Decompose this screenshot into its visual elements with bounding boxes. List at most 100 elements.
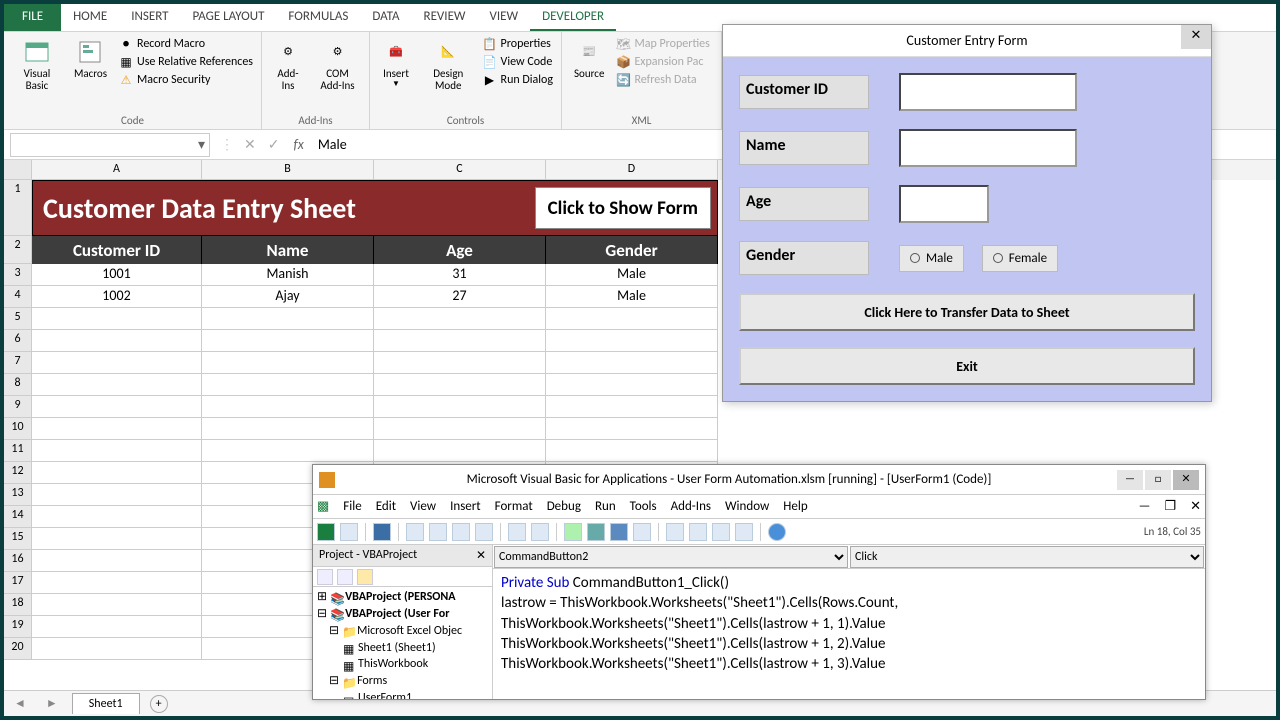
run-icon[interactable]	[564, 523, 582, 541]
cell[interactable]: 1002	[32, 286, 202, 308]
view-code-icon[interactable]	[317, 569, 333, 585]
macros-button[interactable]: Macros	[68, 36, 113, 94]
vba-titlebar[interactable]: Microsoft Visual Basic for Applications …	[313, 465, 1205, 495]
cell[interactable]	[202, 418, 374, 440]
tree-item[interactable]: UserForm1	[358, 690, 412, 699]
menu-addins[interactable]: Add-Ins	[671, 499, 711, 514]
row-header[interactable]: 4	[4, 286, 32, 308]
toolbar-icon[interactable]	[317, 523, 335, 541]
menu-insert[interactable]: Insert	[450, 499, 481, 514]
cell[interactable]	[374, 308, 546, 330]
addins-button[interactable]: ⚙Add-Ins	[268, 36, 308, 94]
name-box[interactable]: ▾	[10, 133, 210, 157]
cancel-icon[interactable]: ✕	[244, 136, 256, 153]
file-tab[interactable]: FILE	[4, 4, 61, 31]
row-header[interactable]: 13	[4, 484, 32, 506]
tab-view[interactable]: VIEW	[478, 4, 531, 31]
menu-format[interactable]: Format	[495, 499, 533, 514]
cell[interactable]	[32, 484, 202, 506]
cell[interactable]	[32, 594, 202, 616]
properties-window-icon[interactable]	[689, 523, 707, 541]
cell[interactable]	[374, 330, 546, 352]
folder-toggle-icon[interactable]	[357, 569, 373, 585]
tab-home[interactable]: HOME	[61, 4, 119, 31]
tab-page-layout[interactable]: PAGE LAYOUT	[181, 4, 277, 31]
row-header[interactable]: 10	[4, 418, 32, 440]
enter-icon[interactable]: ✓	[268, 136, 280, 153]
cell[interactable]: Male	[546, 264, 718, 286]
cell[interactable]	[32, 638, 202, 660]
cell[interactable]: Ajay	[202, 286, 374, 308]
cell[interactable]	[546, 308, 718, 330]
row-header[interactable]: 9	[4, 396, 32, 418]
tab-formulas[interactable]: FORMULAS	[276, 4, 360, 31]
cell[interactable]: 27	[374, 286, 546, 308]
age-field[interactable]	[899, 185, 989, 223]
add-sheet-button[interactable]: +	[150, 695, 168, 713]
save-icon[interactable]	[373, 523, 391, 541]
cell[interactable]	[32, 352, 202, 374]
copy-icon[interactable]	[429, 523, 447, 541]
cut-icon[interactable]	[406, 523, 424, 541]
tab-review[interactable]: REVIEW	[412, 4, 478, 31]
row-header[interactable]: 18	[4, 594, 32, 616]
menu-view[interactable]: View	[410, 499, 436, 514]
show-form-button[interactable]: Click to Show Form	[535, 187, 711, 229]
paste-icon[interactable]	[452, 523, 470, 541]
row-header[interactable]: 3	[4, 264, 32, 286]
cell[interactable]	[32, 308, 202, 330]
macro-security-button[interactable]: ⚠Macro Security	[117, 72, 255, 88]
cell[interactable]	[32, 396, 202, 418]
view-code-button[interactable]: 📄View Code	[481, 54, 555, 70]
tree-item[interactable]: Sheet1 (Sheet1)	[358, 640, 436, 657]
excel-icon[interactable]: ▩	[317, 499, 329, 514]
cell[interactable]	[32, 330, 202, 352]
fx-icon[interactable]: fx	[293, 136, 303, 153]
toolbox-icon[interactable]	[735, 523, 753, 541]
cell[interactable]	[374, 352, 546, 374]
nav-prev-icon[interactable]: ◄	[4, 696, 36, 711]
cell[interactable]	[546, 440, 718, 462]
menu-help[interactable]: Help	[783, 499, 807, 514]
cell[interactable]: Male	[546, 286, 718, 308]
close-pane-icon[interactable]: ✕	[476, 548, 486, 563]
col-header[interactable]: C	[374, 160, 546, 180]
cell[interactable]: 31	[374, 264, 546, 286]
help-icon[interactable]	[768, 523, 786, 541]
row-header[interactable]: 19	[4, 616, 32, 638]
cell[interactable]	[32, 440, 202, 462]
col-header[interactable]: D	[546, 160, 718, 180]
menu-file[interactable]: File	[343, 499, 361, 514]
cell[interactable]	[546, 396, 718, 418]
cell[interactable]	[32, 506, 202, 528]
code-editor[interactable]: Private Sub CommandButton1_Click()lastro…	[493, 569, 1205, 699]
cell[interactable]	[32, 462, 202, 484]
find-icon[interactable]	[475, 523, 493, 541]
radio-female[interactable]: Female	[982, 245, 1058, 272]
row-header[interactable]: 12	[4, 462, 32, 484]
reset-icon[interactable]	[610, 523, 628, 541]
row-header[interactable]: 17	[4, 572, 32, 594]
com-addins-button[interactable]: ⚙COM Add-Ins	[312, 36, 363, 94]
cell[interactable]	[32, 550, 202, 572]
object-dropdown[interactable]: CommandButton2	[494, 546, 848, 568]
project-explorer-icon[interactable]	[666, 523, 684, 541]
tree-item[interactable]: ThisWorkbook	[358, 656, 428, 673]
row-header[interactable]: 20	[4, 638, 32, 660]
cell[interactable]	[202, 308, 374, 330]
sheet-tab[interactable]: Sheet1	[72, 693, 140, 714]
transfer-button[interactable]: Click Here to Transfer Data to Sheet	[739, 293, 1195, 331]
row-header[interactable]: 7	[4, 352, 32, 374]
toolbar-icon[interactable]	[340, 523, 358, 541]
view-object-icon[interactable]	[337, 569, 353, 585]
run-dialog-button[interactable]: ▶Run Dialog	[481, 72, 555, 88]
row-header[interactable]: 16	[4, 550, 32, 572]
tab-data[interactable]: DATA	[360, 4, 411, 31]
close-icon[interactable]: ✕	[1181, 25, 1211, 49]
menu-run[interactable]: Run	[595, 499, 616, 514]
cell[interactable]	[202, 330, 374, 352]
col-header[interactable]: B	[202, 160, 374, 180]
mdi-minimize-icon[interactable]: —	[1139, 499, 1151, 514]
name-field[interactable]	[899, 129, 1077, 167]
nav-next-icon[interactable]: ►	[36, 696, 68, 711]
